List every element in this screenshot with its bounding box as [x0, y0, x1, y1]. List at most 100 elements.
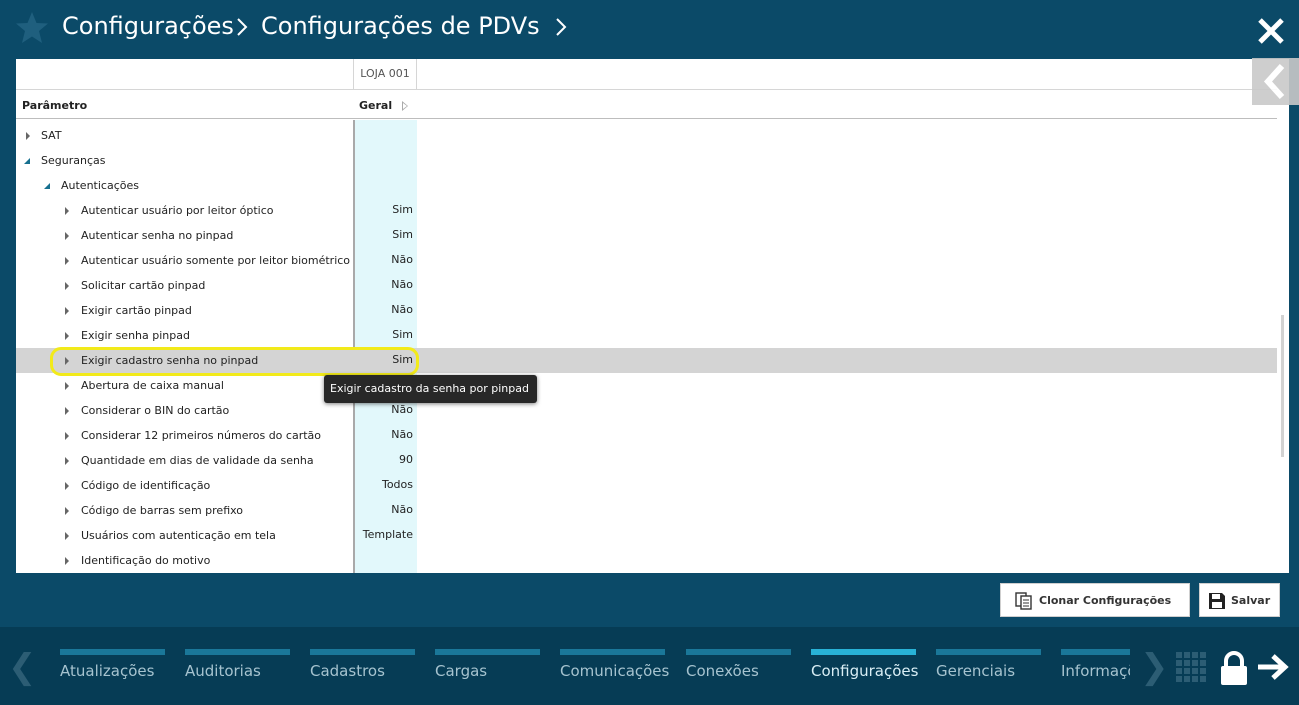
expand-icon[interactable] [65, 407, 69, 415]
breadcrumb-configuracoes-pdvs[interactable]: Configurações de PDVs [261, 12, 540, 40]
expand-icon[interactable] [65, 532, 69, 540]
nav-prev-icon[interactable]: ❮ [8, 647, 37, 687]
param-row[interactable]: Quantidade em dias de validade da senha … [16, 448, 1277, 473]
row-label: Quantidade em dias de validade da senha [81, 454, 314, 467]
row-value[interactable]: Não [355, 503, 413, 516]
row-value[interactable]: Não [355, 303, 413, 316]
nav-next-icon: ❯ [1140, 647, 1169, 687]
tab-informacoes[interactable]: Informações [1061, 649, 1130, 705]
grid-icon[interactable] [1176, 652, 1206, 682]
tree-row-autenticacoes[interactable]: Autenticações [16, 173, 1277, 198]
tree-row-segurancas[interactable]: Seguranças [16, 148, 1277, 173]
param-row-selected[interactable]: Exigir cadastro senha no pinpad Sim [16, 348, 1277, 373]
tab-auditorias[interactable]: Auditorias [185, 649, 290, 705]
row-value[interactable]: Não [355, 403, 413, 416]
nav-next-button[interactable]: ❯ [1130, 627, 1170, 705]
tab-label: Auditorias [185, 662, 261, 680]
expand-icon[interactable] [26, 132, 30, 140]
expand-icon[interactable] [65, 307, 69, 315]
star-icon[interactable] [14, 10, 50, 46]
row-label: Seguranças [41, 154, 106, 167]
expand-icon[interactable] [65, 557, 69, 565]
param-row[interactable]: Usuários com autenticação em tela Templa… [16, 523, 1277, 548]
row-label: Abertura de caixa manual [81, 379, 224, 392]
tab-configuracoes[interactable]: Configurações [811, 649, 918, 705]
header: Configurações Configurações de PDVs [0, 0, 1299, 58]
clone-icon [1015, 592, 1032, 610]
param-row[interactable]: Exigir cartão pinpad Não [16, 298, 1277, 323]
tab-cadastros[interactable]: Cadastros [310, 649, 415, 705]
collapse-left-icon [1263, 63, 1285, 100]
row-value[interactable]: Não [355, 428, 413, 441]
tab-gerenciais[interactable]: Gerenciais [936, 649, 1041, 705]
row-label: Autenticar usuário somente por leitor bi… [81, 254, 351, 267]
expand-icon[interactable] [65, 232, 69, 240]
tab-cargas[interactable]: Cargas [435, 649, 540, 705]
expand-icon[interactable] [65, 357, 69, 365]
row-label: Autenticar usuário por leitor óptico [81, 204, 274, 217]
expand-icon[interactable] [65, 382, 69, 390]
param-row[interactable]: Considerar o BIN do cartão Não [16, 398, 1277, 423]
param-row[interactable]: Exigir senha pinpad Sim [16, 323, 1277, 348]
row-value[interactable]: 90 [355, 453, 413, 466]
param-row[interactable]: Considerar 12 primeiros números do cartã… [16, 423, 1277, 448]
tab-comunicacoes[interactable]: Comunicações [560, 649, 669, 705]
param-row[interactable]: Autenticar usuário somente por leitor bi… [16, 248, 1277, 273]
expand-icon[interactable] [65, 282, 69, 290]
clone-settings-button[interactable]: Clonar Configurações [1000, 583, 1190, 617]
tab-label: Cadastros [310, 662, 385, 680]
expand-column-icon[interactable] [402, 101, 408, 111]
param-row[interactable]: Solicitar cartão pinpad Não [16, 273, 1277, 298]
expand-icon[interactable] [65, 482, 69, 490]
expand-icon[interactable] [65, 207, 69, 215]
tree-row-sat[interactable]: SAT [16, 123, 1277, 148]
save-icon [1209, 593, 1225, 609]
chevron-right-icon[interactable] [555, 17, 567, 37]
param-row[interactable]: Autenticar usuário por leitor óptico Sim [16, 198, 1277, 223]
expand-icon[interactable] [65, 332, 69, 340]
row-label: Usuários com autenticação em tela [81, 529, 276, 542]
close-icon[interactable] [1256, 16, 1286, 46]
expand-icon[interactable] [65, 432, 69, 440]
value-header[interactable]: Geral [359, 99, 392, 112]
row-value[interactable]: Sim [355, 353, 413, 366]
param-row[interactable]: Autenticar senha no pinpad Sim [16, 223, 1277, 248]
save-button[interactable]: Salvar [1199, 583, 1280, 617]
chevron-right-icon [237, 18, 248, 36]
row-value[interactable]: Sim [355, 228, 413, 241]
expand-icon[interactable] [65, 257, 69, 265]
tab-atualizacoes[interactable]: Atualizações [60, 649, 165, 705]
parameter-header: Parâmetro [22, 99, 88, 112]
tab-conexoes[interactable]: Conexões [686, 649, 791, 705]
lock-icon[interactable] [1219, 651, 1249, 685]
row-value[interactable]: Todos [355, 478, 413, 491]
collapse-panel-button[interactable] [1252, 58, 1299, 105]
param-row[interactable]: Abertura de caixa manual [16, 373, 1277, 398]
param-row[interactable]: Identificação do motivo [16, 548, 1277, 573]
row-value[interactable]: Sim [355, 203, 413, 216]
tab-label: Atualizações [60, 662, 155, 680]
module-tabs: Atualizações Auditorias Cadastros Cargas… [60, 627, 1130, 705]
param-row[interactable]: Código de identificação Todos [16, 473, 1277, 498]
config-grid-panel: LOJA 001 Parâmetro Geral SAT Seguranças … [16, 59, 1289, 573]
tab-label: Conexões [686, 662, 759, 680]
row-value[interactable]: Template [355, 528, 413, 541]
tab-label: Gerenciais [936, 662, 1016, 680]
row-label: Autenticações [61, 179, 139, 192]
row-label: Exigir cartão pinpad [81, 304, 192, 317]
collapse-icon[interactable] [44, 183, 50, 189]
expand-icon[interactable] [65, 457, 69, 465]
row-label: SAT [41, 129, 62, 142]
vertical-scrollbar[interactable] [1281, 315, 1284, 457]
tab-label: Cargas [435, 662, 488, 680]
collapse-icon[interactable] [24, 158, 30, 164]
row-label: Considerar o BIN do cartão [81, 404, 230, 417]
expand-icon[interactable] [65, 507, 69, 515]
param-row[interactable]: Código de barras sem prefixo Não [16, 498, 1277, 523]
breadcrumb-configuracoes[interactable]: Configurações [62, 12, 234, 40]
row-value[interactable]: Não [355, 278, 413, 291]
arrow-right-icon[interactable] [1256, 653, 1290, 681]
row-value[interactable]: Não [355, 253, 413, 266]
clone-settings-label: Clonar Configurações [1039, 594, 1172, 607]
row-value[interactable]: Sim [355, 328, 413, 341]
